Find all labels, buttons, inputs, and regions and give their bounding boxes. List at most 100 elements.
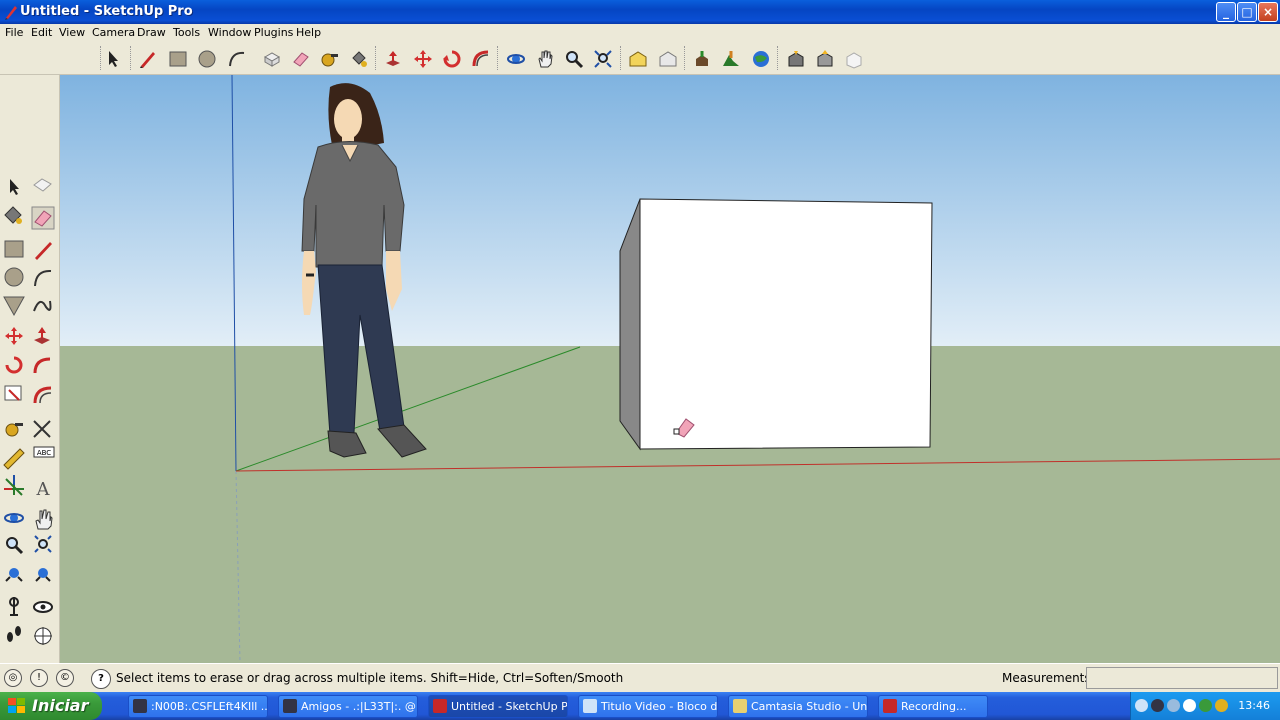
tray-network-icon[interactable] [1167, 699, 1180, 712]
arc-tool-button[interactable] [225, 47, 249, 71]
rotate-icon[interactable] [5, 356, 23, 374]
dimension-icon[interactable] [33, 420, 51, 438]
tray-arrow-icon[interactable] [1135, 699, 1148, 712]
zoom-extents-icon[interactable] [5, 568, 23, 582]
move-icon[interactable] [5, 327, 23, 345]
text-icon[interactable]: ABC [33, 446, 55, 458]
tray-antivirus-icon[interactable] [1199, 699, 1212, 712]
make-component-icon[interactable] [33, 178, 52, 192]
geo-location-icon[interactable]: ◎ [4, 669, 22, 687]
toolbar-grip [777, 46, 780, 70]
offset-icon[interactable] [33, 386, 52, 404]
paint-bucket-icon[interactable] [4, 206, 22, 224]
menu-view[interactable]: View [59, 26, 85, 39]
share-component-button[interactable] [842, 47, 866, 71]
scale-icon[interactable] [4, 385, 22, 401]
tray-volume-icon[interactable] [1183, 699, 1196, 712]
previous-view-icon[interactable] [35, 568, 51, 582]
tray-shield-icon[interactable] [1215, 699, 1228, 712]
eraser-icon[interactable] [31, 206, 55, 230]
instructor-help-icon[interactable]: ? [91, 669, 111, 689]
line-tool-button[interactable] [136, 47, 160, 71]
circle-icon[interactable] [4, 267, 24, 287]
menu-help[interactable]: Help [296, 26, 321, 39]
arc-icon[interactable] [34, 269, 52, 287]
follow-me-button[interactable] [469, 47, 493, 71]
menu-tools[interactable]: Tools [173, 26, 200, 39]
task-camtasia[interactable]: Camtasia Studio - Unt... [728, 695, 868, 718]
add-geo-button[interactable] [784, 47, 808, 71]
paint-bucket-icon [352, 51, 367, 67]
task-label: Amigos - .:|L33T|:. @... [301, 700, 418, 713]
rotate-tool-button[interactable] [440, 47, 464, 71]
task-label: Camtasia Studio - Unt... [751, 700, 868, 713]
task-label: Titulo Video - Bloco d... [601, 700, 718, 713]
menu-draw[interactable]: Draw [137, 26, 166, 39]
orbit-button[interactable] [504, 47, 528, 71]
toolbar-grip [130, 46, 133, 70]
toggle-terrain-button[interactable] [719, 47, 743, 71]
eraser-tool-button[interactable] [289, 47, 313, 71]
tape-measure-icon[interactable] [5, 423, 23, 437]
select-tool-button[interactable] [101, 47, 125, 71]
position-camera-icon[interactable] [9, 597, 19, 616]
user-icon[interactable]: © [56, 669, 74, 687]
close-button[interactable]: × [1258, 2, 1278, 22]
start-button[interactable]: Iniciar [0, 692, 102, 720]
task-steam-friends[interactable]: Amigos - .:|L33T|:. @... [278, 695, 418, 718]
get-models-button[interactable] [626, 47, 650, 71]
add-location-button[interactable] [690, 47, 714, 71]
move-tool-button[interactable] [411, 47, 435, 71]
task-sketchup[interactable]: Untitled - SketchUp Pro [428, 695, 568, 718]
section-plane-icon[interactable] [34, 627, 52, 645]
freehand-icon[interactable] [33, 300, 52, 312]
maximize-button[interactable]: □ [1237, 2, 1257, 22]
menu-file[interactable]: File [5, 26, 23, 39]
box-model[interactable] [619, 198, 933, 451]
photo-textures-button[interactable] [813, 47, 837, 71]
protractor-icon[interactable] [3, 448, 25, 470]
hand-icon[interactable] [35, 509, 53, 530]
preview-google-earth-button[interactable] [749, 47, 773, 71]
magnifier-icon[interactable] [6, 537, 24, 555]
select-icon[interactable] [10, 179, 19, 195]
orbit-icon[interactable] [4, 513, 24, 523]
minimize-button[interactable]: _ [1216, 2, 1236, 22]
line-icon[interactable] [35, 242, 52, 260]
task-steam-chat[interactable]: :N00B:.CSFLEft4KIll ... [128, 695, 268, 718]
axes-icon[interactable] [4, 475, 24, 496]
task-notepad[interactable]: Titulo Video - Bloco d... [578, 695, 718, 718]
polygon-icon[interactable] [3, 296, 25, 317]
steam-icon [133, 699, 147, 713]
windows-flag-icon [8, 698, 25, 713]
menu-plugins[interactable]: Plugins [254, 26, 293, 39]
make-component-button[interactable] [260, 47, 284, 71]
zoom-window-icon[interactable] [34, 535, 52, 553]
toolbar-grip [620, 46, 623, 70]
push-pull-icon[interactable] [34, 327, 50, 344]
menu-camera[interactable]: Camera [92, 26, 135, 39]
follow-me-icon[interactable] [33, 357, 51, 374]
menu-edit[interactable]: Edit [31, 26, 52, 39]
pan-button[interactable] [533, 47, 557, 71]
tape-measure-button[interactable] [318, 47, 342, 71]
3d-text-icon[interactable]: A [36, 479, 51, 500]
model-viewport[interactable] [60, 75, 1280, 663]
paint-bucket-button[interactable] [347, 47, 371, 71]
measurements-input[interactable] [1086, 667, 1278, 689]
circle-tool-button[interactable] [195, 47, 219, 71]
share-model-button[interactable] [656, 47, 680, 71]
look-around-icon[interactable] [33, 601, 53, 613]
zoom-button[interactable] [562, 47, 586, 71]
task-recording[interactable]: Recording... [878, 695, 988, 718]
rectangle-tool-button[interactable] [166, 47, 190, 71]
push-pull-button[interactable] [381, 47, 405, 71]
credits-icon[interactable]: ! [30, 669, 48, 687]
walk-icon[interactable] [7, 626, 21, 642]
rectangle-icon[interactable] [4, 240, 24, 258]
left-toolbar-icons: ABC A [3, 178, 55, 645]
tray-steam-icon[interactable] [1151, 699, 1164, 712]
menu-window[interactable]: Window [208, 26, 251, 39]
zoom-extents-button[interactable] [591, 47, 615, 71]
toolbar-grip [375, 46, 378, 70]
